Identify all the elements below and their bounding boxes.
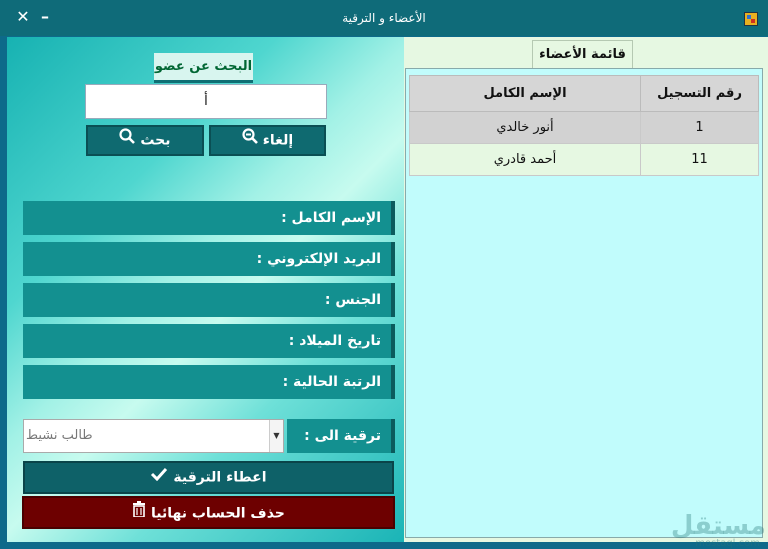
current-rank-field: الرتبة الحالية : — [23, 365, 395, 399]
app-window: ✕ – الأعضاء و الترقية البحث عن عضو أ إلغ… — [0, 0, 768, 549]
title-bar: ✕ – الأعضاء و الترقية — [0, 0, 768, 36]
grant-label: اعطاء الترقية — [173, 469, 267, 486]
full-name-field: الإسم الكامل : — [23, 201, 395, 235]
email-field: البريد الإلكتروني : — [23, 242, 395, 276]
search-input[interactable]: أ — [85, 84, 327, 119]
grant-promotion-button[interactable]: اعطاء الترقية — [23, 461, 394, 494]
search-member-tab[interactable]: البحث عن عضو — [154, 53, 253, 83]
trash-icon — [132, 498, 146, 529]
table-row[interactable]: 11 أحمد قادري — [409, 143, 759, 176]
member-list-tab[interactable]: قائمة الأعضاء — [532, 40, 633, 69]
cell-id[interactable]: 1 — [640, 111, 759, 144]
delete-account-button[interactable]: حذف الحساب نهائيا — [22, 496, 395, 529]
cancel-button[interactable]: إلغاء — [209, 125, 326, 156]
cell-name[interactable]: أنور خالدي — [409, 111, 641, 144]
search-icon — [119, 127, 136, 154]
app-icon — [744, 12, 758, 26]
delete-label: حذف الحساب نهائيا — [150, 505, 285, 522]
check-icon — [150, 463, 168, 492]
birth-date-field: تاريخ الميلاد : — [23, 324, 395, 358]
watermark-logo: مستقل — [670, 511, 766, 541]
cell-name[interactable]: أحمد قادري — [409, 143, 641, 176]
watermark-url: mostaql.com — [695, 538, 760, 549]
cell-id[interactable]: 11 — [640, 143, 759, 176]
column-header-name[interactable]: الإسم الكامل — [409, 75, 641, 112]
member-list-panel: قائمة الأعضاء رقم التسجيل الإسم الكامل 1… — [404, 37, 768, 542]
table-row[interactable]: 1 أنور خالدي — [409, 111, 759, 144]
promote-to-label: ترقية الى : — [287, 419, 395, 453]
search-button[interactable]: بحث — [86, 125, 204, 156]
cancel-label: إلغاء — [262, 132, 294, 149]
column-header-id[interactable]: رقم التسجيل — [640, 75, 759, 112]
member-grid: رقم التسجيل الإسم الكامل 1 أنور خالدي 11… — [405, 68, 763, 538]
chevron-down-icon[interactable]: ▼ — [269, 420, 283, 452]
member-details-panel: البحث عن عضو أ إلغاء بحث الإسم الكامل : … — [7, 37, 404, 542]
rank-select-value: طالب نشيط — [26, 428, 93, 443]
search-label: بحث — [140, 132, 171, 149]
gender-field: الجنس : — [23, 283, 395, 317]
window-title: الأعضاء و الترقية — [342, 11, 426, 25]
member-table: رقم التسجيل الإسم الكامل 1 أنور خالدي 11… — [409, 75, 759, 176]
rank-select[interactable]: ▼ طالب نشيط — [23, 419, 284, 453]
zoom-out-icon — [242, 127, 258, 154]
